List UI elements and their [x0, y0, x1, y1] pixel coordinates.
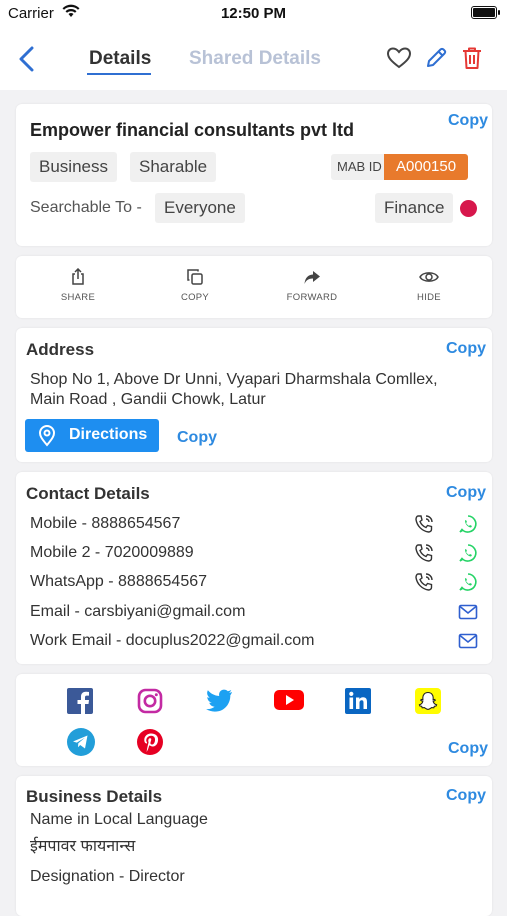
email-address: Email - carsbiyani@gmail.com	[30, 603, 246, 620]
hide-action[interactable]: HIDE	[384, 256, 474, 303]
address-line-1: Shop No 1, Above Dr Unni, Vyapari Dharms…	[30, 371, 438, 388]
share-action[interactable]: SHARE	[33, 256, 123, 303]
chip-business-type: Business	[30, 152, 117, 182]
address-card: Address Copy Shop No 1, Above Dr Unni, V…	[16, 328, 492, 462]
whatsapp-number: WhatsApp - 8888654567	[30, 573, 208, 590]
contact-summary-card: Empower financial consultants pvt ltd Co…	[16, 104, 492, 246]
designation: Designation - Director	[30, 868, 185, 885]
directions-label: Directions	[69, 426, 148, 443]
local-name-label: Name in Local Language	[30, 811, 208, 828]
whatsapp-icon[interactable]	[458, 543, 478, 563]
work-email-address: Work Email - docuplus2022@gmail.com	[30, 632, 315, 649]
business-details-card: Business Details Copy Name in Local Lang…	[16, 776, 492, 916]
copy-business-button[interactable]: Copy	[446, 787, 486, 805]
mab-id-label: MAB ID	[331, 154, 388, 180]
whatsapp-icon[interactable]	[458, 572, 478, 592]
social-links-card: Copy	[16, 674, 492, 766]
business-details-title: Business Details	[26, 787, 163, 806]
snapchat-icon[interactable]	[414, 687, 442, 715]
chip-sharable: Sharable	[130, 152, 217, 182]
contact-details-card: Contact Details Copy Mobile - 8888654567…	[16, 472, 492, 664]
copy-address-button[interactable]: Copy	[446, 340, 486, 358]
pencil-icon[interactable]	[424, 46, 448, 70]
phone-call-icon[interactable]	[414, 572, 434, 592]
heart-icon[interactable]	[386, 46, 412, 70]
top-nav: Details Shared Details	[0, 28, 507, 90]
contact-title: Contact Details	[26, 484, 150, 503]
clock: 12:50 PM	[220, 5, 287, 22]
forward-action[interactable]: FORWARD	[267, 256, 357, 303]
forward-label: FORWARD	[286, 292, 338, 303]
local-name-value: ईमपावर फायनान्स	[30, 838, 136, 855]
whatsapp-icon[interactable]	[458, 514, 478, 534]
copy-address-button-2[interactable]: Copy	[177, 429, 217, 447]
searchable-value: Everyone	[155, 193, 245, 223]
trash-icon[interactable]	[461, 46, 483, 70]
copy-social-button[interactable]: Copy	[448, 740, 488, 758]
directions-button[interactable]: Directions	[25, 419, 159, 452]
tab-shared-details[interactable]: Shared Details	[189, 48, 321, 70]
battery-icon	[471, 6, 500, 19]
mail-icon[interactable]	[458, 633, 478, 649]
copy-contact-button[interactable]: Copy	[446, 484, 486, 502]
location-pin-icon	[38, 425, 56, 447]
share-icon	[72, 268, 84, 285]
mab-id-badge: A000150	[384, 154, 469, 180]
share-label: SHARE	[60, 292, 96, 303]
category-color-dot	[460, 200, 477, 217]
address-title: Address	[26, 340, 95, 359]
address-line-2: Main Road , Gandii Chowk, Latur	[30, 391, 266, 408]
active-tab-indicator	[87, 73, 151, 75]
copy-action[interactable]: COPY	[150, 256, 240, 303]
copy-summary-button[interactable]: Copy	[448, 112, 488, 130]
copy-label: COPY	[180, 292, 210, 303]
phone-call-icon[interactable]	[414, 543, 434, 563]
eye-icon	[419, 272, 439, 282]
mail-icon[interactable]	[458, 604, 478, 620]
telegram-icon[interactable]	[66, 727, 96, 757]
forward-icon	[304, 271, 320, 284]
youtube-icon[interactable]	[273, 688, 305, 712]
mobile-2-number: Mobile 2 - 7020009889	[30, 544, 194, 561]
linkedin-icon[interactable]	[344, 687, 372, 715]
mobile-number: Mobile - 8888654567	[30, 515, 181, 532]
searchable-label: Searchable To -	[30, 199, 142, 216]
back-chevron-icon[interactable]	[18, 46, 36, 72]
pinterest-icon[interactable]	[136, 728, 164, 756]
twitter-icon[interactable]	[204, 688, 234, 714]
actions-card: SHARE COPY FORWARD HIDE	[16, 256, 492, 318]
facebook-icon[interactable]	[66, 687, 94, 715]
hide-label: HIDE	[417, 292, 441, 303]
category-chip: Finance	[375, 193, 454, 223]
tab-details[interactable]: Details	[89, 48, 151, 70]
instagram-icon[interactable]	[136, 687, 164, 715]
status-bar: Carrier 12:50 PM	[0, 0, 507, 28]
company-name: Empower financial consultants pvt ltd	[30, 120, 355, 140]
copy-icon	[187, 269, 203, 285]
phone-call-icon[interactable]	[414, 514, 434, 534]
